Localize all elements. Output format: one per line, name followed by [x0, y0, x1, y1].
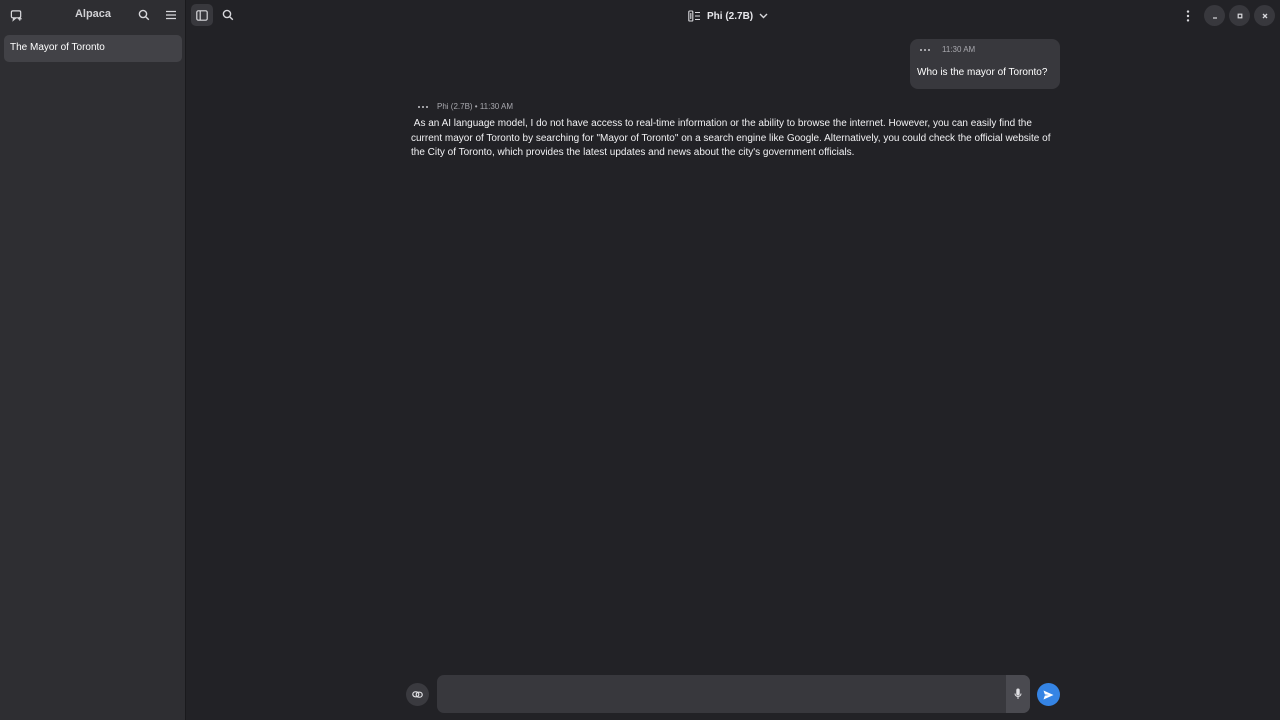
minimize-icon — [1212, 16, 1217, 19]
message-input-container — [437, 675, 1030, 713]
search-icon — [222, 9, 234, 21]
assistant-message-meta: Phi (2.7B) • 11:30 AM — [437, 102, 514, 111]
new-chat-icon — [10, 9, 22, 22]
close-button[interactable] — [1254, 5, 1275, 26]
send-button[interactable] — [1037, 683, 1060, 706]
minimize-button[interactable] — [1204, 5, 1225, 26]
message-timestamp: 11:30 AM — [942, 45, 976, 54]
assistant-message-text: As an AI language model, I do not have a… — [411, 118, 1054, 158]
app-window: Alpaca The Mayor of Toronto Phi (2.7B) 1… — [0, 0, 1280, 720]
app-title: Alpaca — [74, 8, 112, 20]
dot-icon — [422, 106, 424, 108]
more-options-button[interactable] — [1177, 5, 1199, 27]
chevron-down-icon — [759, 13, 768, 19]
message-options-button[interactable] — [418, 106, 428, 108]
dot-icon — [426, 106, 428, 108]
voice-input-button[interactable] — [1006, 675, 1030, 713]
sidebar-item-chat[interactable]: The Mayor of Toronto — [4, 35, 182, 62]
maximize-button[interactable] — [1229, 5, 1250, 26]
sidebar: Alpaca The Mayor of Toronto — [0, 0, 186, 720]
dot-icon — [928, 49, 930, 51]
attachment-icon — [412, 691, 423, 698]
vertical-dots-icon — [1186, 10, 1190, 22]
hamburger-menu-icon — [166, 10, 176, 20]
new-chat-button[interactable] — [5, 4, 27, 26]
model-selector[interactable]: Phi (2.7B) — [688, 6, 768, 26]
send-icon — [1043, 690, 1054, 699]
message-options-button[interactable] — [920, 49, 930, 51]
attach-button[interactable] — [406, 683, 429, 706]
user-message-text: Who is the mayor of Toronto? — [917, 67, 1048, 78]
maximize-icon — [1237, 13, 1242, 18]
sidebar-header: Alpaca — [0, 0, 185, 31]
search-chats-button[interactable] — [133, 4, 155, 26]
toggle-sidebar-button[interactable] — [191, 4, 213, 26]
main-header: Phi (2.7B) — [186, 0, 1280, 31]
model-name: Phi (2.7B) — [707, 10, 754, 22]
dot-icon — [924, 49, 926, 51]
dot-icon — [920, 49, 922, 51]
close-icon — [1262, 13, 1267, 18]
microphone-icon — [1014, 688, 1022, 699]
dot-icon — [418, 106, 420, 108]
sidebar-toggle-icon — [196, 9, 208, 21]
search-messages-button[interactable] — [217, 4, 239, 26]
chat-item-label: The Mayor of Toronto — [10, 42, 105, 53]
user-message: 11:30 AM Who is the mayor of Toronto? — [910, 39, 1060, 89]
search-icon — [138, 9, 150, 21]
model-manager-icon — [688, 10, 700, 22]
main-menu-button[interactable] — [160, 4, 182, 26]
message-input[interactable] — [437, 675, 1005, 713]
